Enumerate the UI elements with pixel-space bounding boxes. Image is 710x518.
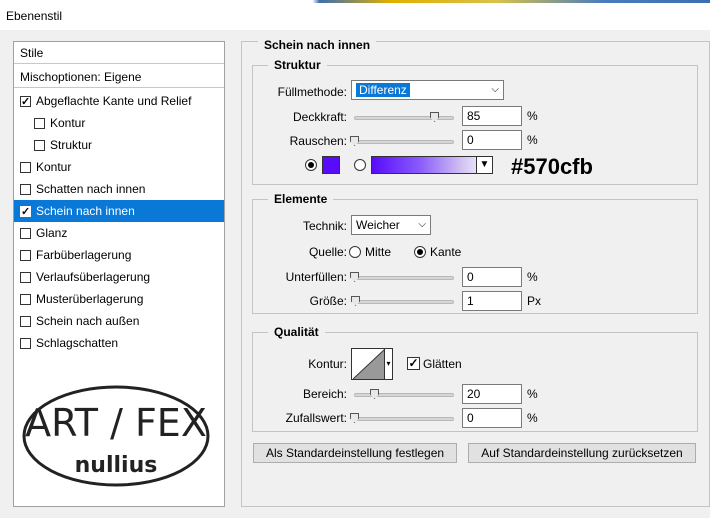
artifex-logo: ART / FEX nullius <box>20 380 214 490</box>
chevron-down-icon: ⌵ <box>491 84 499 95</box>
style-item-label: Verlaufsüberlagerung <box>36 270 151 284</box>
choke-label: Unterfüllen: <box>285 270 347 284</box>
color-swatch[interactable] <box>322 156 340 174</box>
style-item-struktur[interactable]: Struktur <box>14 134 224 156</box>
style-item-label: Abgeflachte Kante und Relief <box>36 94 192 108</box>
contour-label: Kontur: <box>308 357 347 371</box>
technique-value: Weicher <box>356 218 400 232</box>
source-center-radio[interactable] <box>349 246 361 258</box>
style-item-kontur[interactable]: Kontur <box>14 156 224 178</box>
style-item-schein-nach-innen[interactable]: Schein nach innen <box>14 200 224 223</box>
choke-slider[interactable] <box>354 276 454 280</box>
style-item-checkbox[interactable] <box>20 161 31 173</box>
logo-top-text: ART / FEX <box>25 401 207 445</box>
antialias-checkbox[interactable]: ✓ <box>407 357 420 370</box>
style-item-checkbox[interactable] <box>34 117 45 129</box>
style-item-musterüberlagerung[interactable]: Musterüberlagerung <box>14 288 224 310</box>
logo-bottom-text: nullius <box>75 453 158 478</box>
jitter-label: Zufallswert: <box>285 411 347 425</box>
style-item-checkbox[interactable] <box>20 201 31 223</box>
source-edge-radio[interactable] <box>414 246 426 258</box>
antialias-label: Glätten <box>423 357 462 371</box>
style-item-label: Struktur <box>50 138 93 152</box>
noise-unit: % <box>527 133 538 147</box>
style-item-checkbox[interactable] <box>20 271 31 283</box>
source-edge-label[interactable]: Kante <box>430 245 461 259</box>
gradient-picker[interactable]: ▼ <box>371 156 493 174</box>
style-item-label: Kontur <box>36 160 72 174</box>
source-label: Quelle: <box>308 245 347 259</box>
size-unit: Px <box>527 294 542 308</box>
jitter-unit: % <box>527 411 538 425</box>
style-item-checkbox[interactable] <box>34 139 45 151</box>
contour-picker[interactable]: ▾ <box>351 348 393 380</box>
elements-legend: Elemente <box>268 192 334 206</box>
style-item-label: Schatten nach innen <box>36 182 146 196</box>
technique-select[interactable]: Weicher ⌵ <box>351 215 431 235</box>
style-item-abgeflachte-kante-und-relief[interactable]: Abgeflachte Kante und Relief <box>14 90 224 113</box>
style-item-checkbox[interactable] <box>20 91 31 113</box>
make-default-button[interactable]: Als Standardeinstellung festlegen <box>253 443 457 463</box>
range-unit: % <box>527 387 538 401</box>
blend-mode-value: Differenz <box>356 83 410 97</box>
blend-mode-select[interactable]: Differenz ⌵ <box>351 80 504 100</box>
style-item-checkbox[interactable] <box>20 183 31 195</box>
style-item-verlaufsüberlagerung[interactable]: Verlaufsüberlagerung <box>14 266 224 288</box>
quality-legend: Qualität <box>268 325 325 339</box>
style-item-schlagschatten[interactable]: Schlagschatten <box>14 332 224 354</box>
panel-title: Schein nach innen <box>258 38 377 52</box>
style-item-label: Kontur <box>50 116 86 130</box>
style-item-checkbox[interactable] <box>20 227 31 239</box>
style-item-schatten-nach-innen[interactable]: Schatten nach innen <box>14 178 224 200</box>
size-slider[interactable] <box>354 300 454 304</box>
gradient-dropdown-icon[interactable]: ▼ <box>476 157 492 173</box>
choke-unit: % <box>527 270 538 284</box>
style-item-glanz[interactable]: Glanz <box>14 222 224 244</box>
background-strip <box>0 0 710 3</box>
source-center-label[interactable]: Mitte <box>365 245 391 259</box>
blend-mode-label: Füllmethode: <box>277 85 347 99</box>
style-item-checkbox[interactable] <box>20 337 31 349</box>
style-item-label: Glanz <box>36 226 68 240</box>
contour-curve-icon <box>353 349 385 379</box>
noise-input[interactable]: 0 <box>462 130 522 150</box>
chevron-down-icon: ⌵ <box>418 219 426 230</box>
range-label: Bereich: <box>302 387 347 401</box>
opacity-slider[interactable] <box>354 116 454 120</box>
style-item-label: Schein nach außen <box>36 314 140 328</box>
title-bar: Ebenenstil <box>0 0 710 30</box>
blend-options-item[interactable]: Mischoptionen: Eigene <box>14 66 224 88</box>
style-item-kontur[interactable]: Kontur <box>14 112 224 134</box>
size-label: Größe: <box>309 294 347 308</box>
range-slider[interactable] <box>354 393 454 397</box>
style-item-checkbox[interactable] <box>20 315 31 327</box>
style-item-label: Musterüberlagerung <box>36 292 144 306</box>
noise-slider[interactable] <box>354 140 454 144</box>
style-item-schein-nach-außen[interactable]: Schein nach außen <box>14 310 224 332</box>
style-item-label: Schlagschatten <box>36 336 119 350</box>
color-hex-label: #570cfb <box>511 154 593 179</box>
solid-color-radio[interactable] <box>305 159 317 171</box>
jitter-input[interactable]: 0 <box>462 408 522 428</box>
choke-input[interactable]: 0 <box>462 267 522 287</box>
contour-dropdown-icon[interactable]: ▾ <box>384 349 392 379</box>
opacity-input[interactable]: 85 <box>462 106 522 126</box>
styles-header[interactable]: Stile <box>14 42 224 64</box>
style-item-checkbox[interactable] <box>20 249 31 261</box>
style-item-label: Farbüberlagerung <box>36 248 132 262</box>
structure-legend: Struktur <box>268 58 327 72</box>
window-title: Ebenenstil <box>6 9 63 23</box>
gradient-radio[interactable] <box>354 159 366 171</box>
technique-label: Technik: <box>302 219 347 233</box>
style-item-label: Schein nach innen <box>36 204 135 218</box>
opacity-unit: % <box>527 109 538 123</box>
style-item-checkbox[interactable] <box>20 293 31 305</box>
size-input[interactable]: 1 <box>462 291 522 311</box>
reset-default-button[interactable]: Auf Standardeinstellung zurücksetzen <box>468 443 696 463</box>
noise-label: Rauschen: <box>289 134 347 148</box>
opacity-label: Deckkraft: <box>292 110 347 124</box>
style-item-farbüberlagerung[interactable]: Farbüberlagerung <box>14 244 224 266</box>
range-input[interactable]: 20 <box>462 384 522 404</box>
jitter-slider[interactable] <box>354 417 454 421</box>
